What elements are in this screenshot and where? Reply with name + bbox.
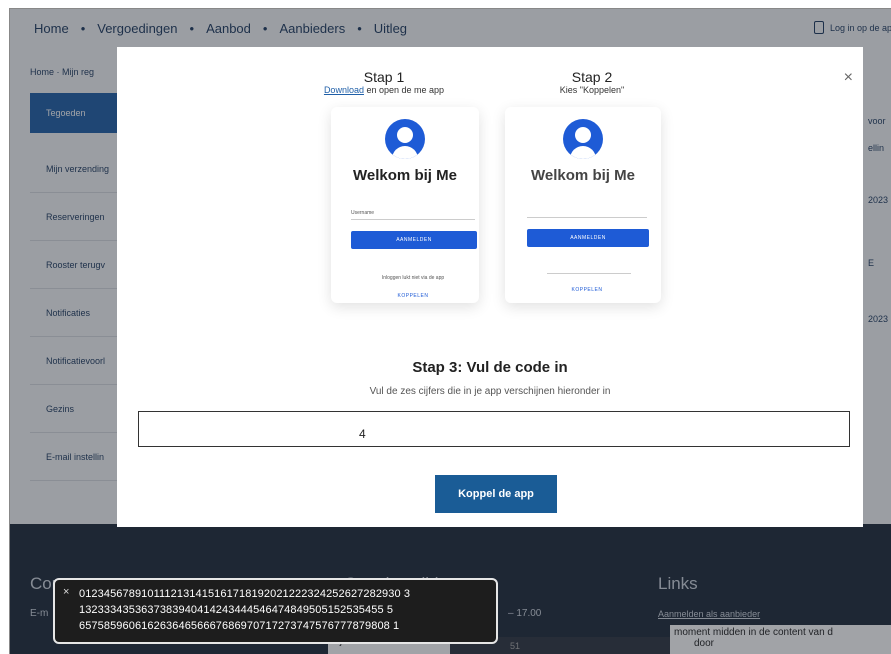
app-screenshot-step1: Welkom bij Me Username AANMELDEN Inlogge… [331, 107, 479, 303]
login-hint: Inloggen lukt niet via de app [381, 275, 445, 281]
koppelen-link: KOPPELEN [571, 287, 603, 293]
browser-page: Home • Vergoedingen • Aanbod • Aanbieder… [9, 8, 891, 654]
app-screenshot-step2: Welkom bij Me AANMELDEN KOPPELEN [505, 107, 661, 303]
welcome-text: Welkom bij Me [531, 167, 635, 184]
caption-line: 0123456789101112131415161718192021222324… [79, 588, 411, 600]
field-underline [527, 217, 647, 218]
close-icon[interactable]: × [844, 69, 853, 87]
avatar-icon [385, 119, 425, 159]
step2-title: Stap 2 [571, 69, 613, 85]
aanmelden-button: AANMELDEN [527, 229, 649, 247]
welcome-text: Welkom bij Me [353, 167, 457, 184]
username-label: Username [351, 210, 375, 216]
avatar-icon [563, 119, 603, 159]
koppelen-link: KOPPELEN [397, 293, 429, 299]
step1-subtitle: Download en open de me app [284, 85, 484, 95]
code-input-value: 4 [359, 427, 366, 441]
step1-title: Stap 1 [363, 69, 405, 85]
connect-app-modal: × Stap 1 Download en open de me app Stap… [117, 47, 863, 527]
caption-overlay: × 01234567891011121314151617181920212223… [53, 578, 498, 644]
step2-subtitle: Kies "Koppelen" [559, 85, 625, 95]
koppel-app-button[interactable]: Koppel de app [435, 475, 557, 513]
username-underline [351, 219, 475, 220]
download-link[interactable]: Download [324, 85, 364, 95]
close-icon[interactable]: × [63, 586, 69, 598]
field-underline [547, 273, 631, 274]
caption-line: 6575859606162636465666768697071727374757… [79, 620, 400, 632]
aanmelden-button: AANMELDEN [351, 231, 477, 249]
code-input[interactable]: 4 [138, 411, 850, 447]
step3-subtitle: Vul de zes cijfers die in je app verschi… [369, 386, 611, 397]
step1-sub-text: en open de me app [363, 85, 445, 95]
step3-title: Stap 3: Vul de code in [412, 359, 568, 376]
caption-line: 1323334353637383940414243444546474849505… [79, 604, 394, 616]
